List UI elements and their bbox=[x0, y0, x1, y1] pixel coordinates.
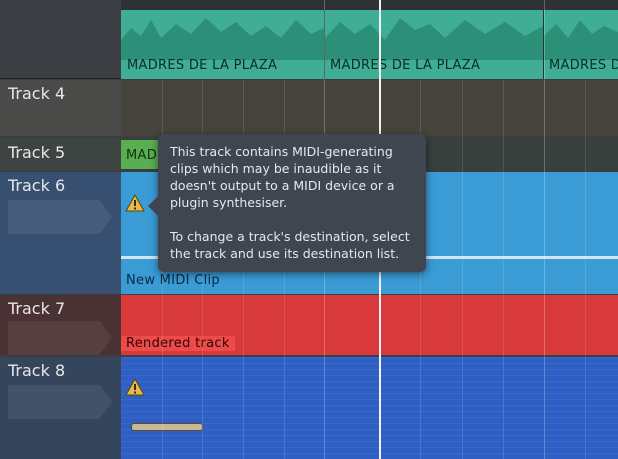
midi-clip-track-5[interactable]: MAD bbox=[121, 140, 161, 169]
track-7-destination-button[interactable] bbox=[8, 321, 112, 355]
grid-line bbox=[503, 80, 504, 459]
clip-label: MAD bbox=[126, 148, 158, 163]
track-name: Track 6 bbox=[8, 176, 66, 195]
clip-label: Rendered track bbox=[121, 336, 235, 351]
track-6-destination-button[interactable] bbox=[8, 200, 112, 234]
warning-icon bbox=[125, 194, 145, 212]
audio-clip-3[interactable]: MADRES DE bbox=[544, 10, 618, 79]
track-8-destination-button[interactable] bbox=[8, 385, 112, 419]
tooltip-paragraph-1: This track contains MIDI-generating clip… bbox=[170, 144, 395, 210]
bar-line bbox=[544, 0, 545, 459]
grid-line bbox=[462, 80, 463, 459]
track-8-header[interactable]: Track 8 bbox=[0, 357, 121, 459]
audio-clip-1[interactable]: MADRES DE LA PLAZA bbox=[121, 10, 324, 79]
midi-warning-tooltip: This track contains MIDI-generating clip… bbox=[148, 134, 426, 272]
track-8-scroll-handle[interactable] bbox=[131, 423, 203, 431]
clip-label: MADRES DE LA PLAZA bbox=[330, 58, 481, 73]
audio-clip-2[interactable]: MADRES DE LA PLAZA bbox=[325, 10, 543, 79]
warning-icon bbox=[125, 378, 145, 396]
track-6-header[interactable]: Track 6 bbox=[0, 172, 121, 294]
track-name: Track 5 bbox=[8, 143, 66, 162]
grid-line bbox=[585, 80, 586, 459]
clip-label: New MIDI Clip bbox=[126, 273, 220, 288]
tooltip-paragraph-2: To change a track's destination, select … bbox=[170, 229, 410, 261]
track-4-header[interactable]: Track 4 bbox=[0, 80, 121, 136]
clip-label: MADRES DE LA PLAZA bbox=[127, 58, 278, 73]
clip-label: MADRES DE bbox=[549, 58, 618, 73]
track-name: Track 7 bbox=[8, 299, 66, 318]
track-name: Track 8 bbox=[8, 361, 66, 380]
waveform bbox=[325, 18, 543, 60]
track-7-header[interactable]: Track 7 bbox=[0, 295, 121, 355]
track-5-header[interactable]: Track 5 bbox=[0, 138, 121, 171]
waveform bbox=[544, 20, 618, 60]
track-3-header[interactable] bbox=[0, 0, 121, 79]
waveform bbox=[121, 18, 324, 60]
tooltip-pointer bbox=[148, 196, 158, 216]
track-name: Track 4 bbox=[8, 84, 66, 103]
